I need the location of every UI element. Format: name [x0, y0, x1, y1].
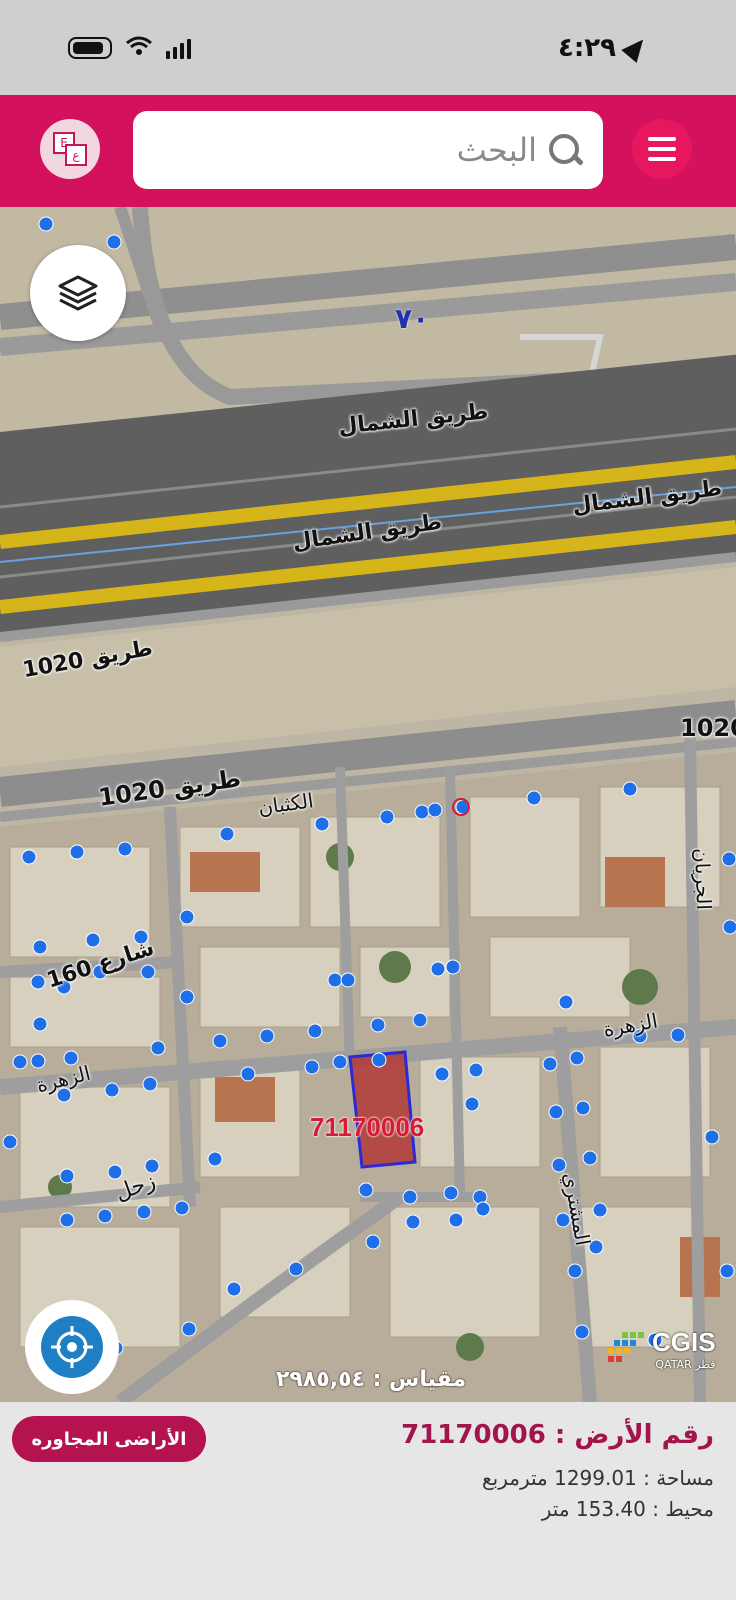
- crosshair-icon: [41, 1316, 103, 1378]
- road-label-1020-right: 1020: [680, 714, 736, 742]
- app-header: E ع البحث: [0, 95, 736, 207]
- search-placeholder: البحث: [456, 131, 537, 169]
- hamburger-icon-bar: [648, 157, 676, 161]
- parcel-number: رقم الأرض : 71170006: [401, 1420, 714, 1450]
- search-input[interactable]: البحث: [133, 111, 603, 189]
- layers-button[interactable]: [30, 245, 126, 341]
- clock-time: ٤:٢٩: [557, 32, 616, 63]
- signal-icon: [166, 37, 191, 59]
- cgis-mark-icon: [608, 1332, 644, 1362]
- search-icon: [549, 134, 581, 166]
- language-icon: E ع: [53, 132, 87, 166]
- map-view[interactable]: ٧٠ طريق الشمال طريق الشمال طريق الشمال ط…: [0, 207, 736, 1402]
- lang-letter-ain: ع: [65, 144, 87, 166]
- location-arrow-icon: [621, 32, 651, 63]
- parcel-perimeter: محيط : 153.40 متر: [541, 1497, 714, 1521]
- street-label-al-jiryan: الجريان: [689, 847, 717, 911]
- map-scale: مقياس : ٢٩٨٥,٥٤: [276, 1367, 467, 1392]
- menu-button[interactable]: [632, 119, 692, 179]
- neighboring-lands-button[interactable]: الأراضى المجاوره: [12, 1416, 206, 1462]
- battery-icon: [68, 36, 112, 59]
- cgis-logo-text: CGIS: [652, 1327, 716, 1357]
- parcel-area: مساحة : 1299.01 مترمربع: [481, 1466, 714, 1490]
- locate-me-button[interactable]: [25, 1300, 119, 1394]
- status-clock: ٤:٢٩: [557, 32, 651, 63]
- status-icons: [68, 34, 191, 62]
- route-number-label: ٧٠: [395, 302, 430, 335]
- status-bar: ٤:٢٩: [0, 0, 736, 95]
- hamburger-icon-bar: [648, 147, 676, 151]
- wifi-icon: [126, 34, 152, 62]
- parcel-info-panel: الأراضى المجاوره رقم الأرض : 71170006 مس…: [0, 1402, 736, 1600]
- parcel-number-label: 71170006: [310, 1112, 425, 1142]
- language-button[interactable]: E ع: [40, 119, 100, 179]
- hamburger-icon-bar: [648, 137, 676, 141]
- cgis-logo-subtext: QATAR قطر: [655, 1358, 716, 1371]
- layers-icon: [58, 275, 98, 311]
- cgis-logo: CGIS QATAR قطر: [608, 1327, 716, 1371]
